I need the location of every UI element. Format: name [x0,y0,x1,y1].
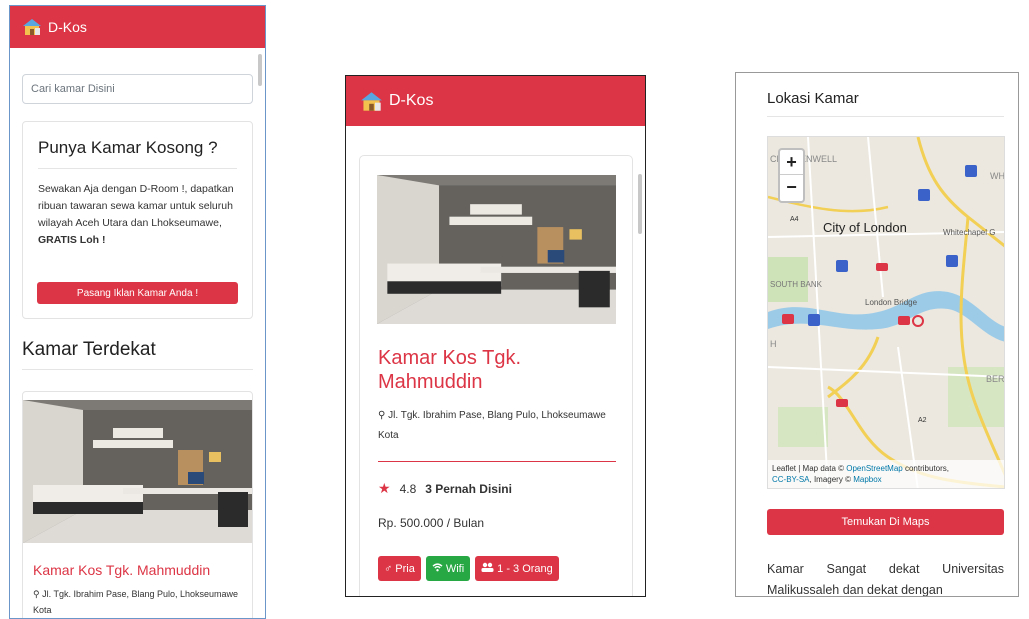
map-attribution: Leaflet | Map data © OpenStreetMap contr… [768,460,1004,488]
room-card[interactable]: Kamar Kos Tgk. Mahmuddin ⚲ Jl. Tgk. Ibra… [22,391,253,618]
navbar: D-Kos [10,6,265,48]
map-label-wh: WH [990,171,1005,181]
wifi-icon [432,562,443,575]
price: Rp. 500.000 / Bulan [378,516,485,530]
map-label-south-bank: SOUTH BANK [770,280,823,289]
map-view[interactable]: CLERKENWELL City of London Whitechapel G… [767,136,1005,489]
divider [767,116,1004,117]
navbar: D-Kos [346,76,645,126]
room-address: ⚲ Jl. Tgk. Ibrahim Pase, Blang Pulo, Lho… [378,410,606,441]
brand-name[interactable]: D-Kos [48,19,87,35]
map-label-whitechapel: Whitechapel G [943,228,995,237]
room-detail-card: Kamar Kos Tgk. Mahmuddin ⚲ Jl. Tgk. Ibra… [359,155,633,596]
section-title: Kamar Terdekat [22,339,253,370]
gender-badge: ♂ Pria [378,556,421,581]
find-in-maps-button[interactable]: Temukan Di Maps [767,509,1004,535]
male-icon: ♂ [384,562,393,575]
map-marker-icon: ⚲ [378,410,386,421]
house-icon [22,18,42,36]
rating-row: ★ 4.8 3 Pernah Disini [378,480,512,497]
phone-screen-detail: D-Kos Kamar Kos Tgk. Mahmuddin ⚲ Jl. Tgk… [345,75,646,597]
capacity-badge: 1 - 3 Orang [475,556,559,581]
search-input[interactable]: Cari kamar Disini [22,74,253,104]
scrollbar[interactable] [258,54,262,86]
phone-screen-location: Lokasi Kamar CLERKENWELL City of Lon [735,72,1019,597]
promo-title: Punya Kamar Kosong ? [38,138,237,169]
map-label-h: H [770,339,777,349]
room-title[interactable]: Kamar Kos Tgk. Mahmuddin [33,562,210,578]
promo-card: Punya Kamar Kosong ? Sewakan Aja dengan … [22,121,253,319]
zoom-control: + − [778,148,805,203]
location-heading: Lokasi Kamar [767,90,859,107]
license-link[interactable]: CC-BY-SA [772,475,810,484]
map-label-a4: A4 [790,216,799,223]
zoom-out-button[interactable]: − [780,175,803,200]
osm-link[interactable]: OpenStreetMap [846,464,902,473]
zoom-in-button[interactable]: + [780,150,803,175]
house-icon [360,91,383,112]
mapbox-link[interactable]: Mapbox [853,475,881,484]
visit-count: 3 Pernah Disini [425,481,512,496]
wifi-badge: Wifi [425,556,471,581]
rating-value: 4.8 [399,481,417,496]
room-title: Kamar Kos Tgk. Mahmuddin [378,347,522,393]
promo-text: Sewakan Aja dengan D-Room !, dapatkan ri… [38,183,234,246]
facility-badges: ♂ Pria Wifi 1 - 3 Orang [378,556,559,581]
room-photo [23,400,252,543]
map-label-ber: BER [986,374,1005,384]
room-description: Kamar Sangat dekat Universitas Malikussa… [767,562,1004,597]
users-icon [481,562,494,575]
map-marker-icon: ⚲ [33,589,40,599]
scrollbar[interactable] [638,174,642,234]
map-label-a2: A2 [918,417,927,424]
star-icon: ★ [378,480,391,496]
map-label-city: City of London [823,220,907,235]
brand-name[interactable]: D-Kos [389,92,433,110]
divider [378,461,616,462]
post-ad-button[interactable]: Pasang Iklan Kamar Anda ! [37,282,238,304]
map-label-london-bridge: London Bridge [865,298,918,307]
phone-screen-home: D-Kos Cari kamar Disini Punya Kamar Koso… [9,5,266,619]
room-address: ⚲ Jl. Tgk. Ibrahim Pase, Blang Pulo, Lho… [33,589,239,615]
room-photo [377,175,616,324]
